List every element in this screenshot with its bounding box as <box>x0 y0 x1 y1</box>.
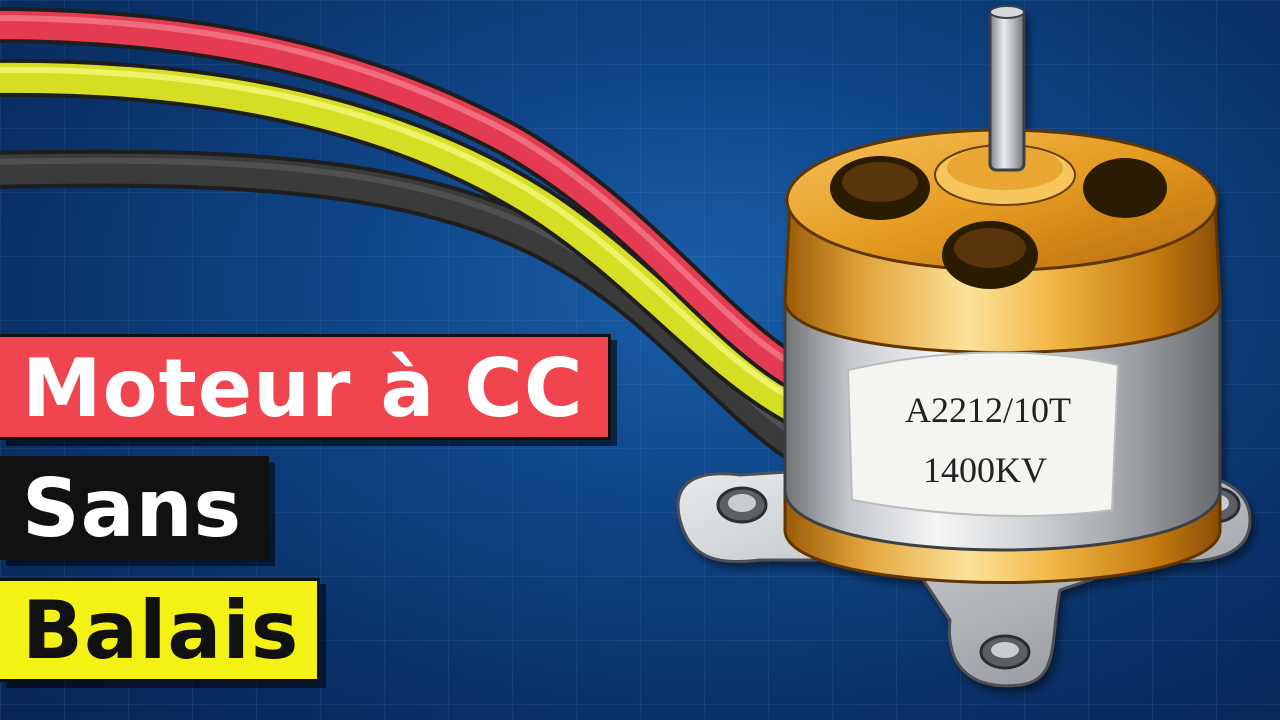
motor-kv-label: 1400KV <box>923 450 1047 490</box>
motor-model-label: A2212/10T <box>905 390 1071 430</box>
motor-label: A2212/10T 1400KV <box>846 351 1120 517</box>
shaft <box>988 8 1026 172</box>
title-line-1-text: Moteur à CC <box>22 342 584 435</box>
title-line-3-text: Balais <box>22 584 300 677</box>
title-line-2: Sans <box>0 456 270 560</box>
title-line-3: Balais <box>0 578 321 682</box>
title-line-2-text: Sans <box>22 462 243 555</box>
title-line-1: Moteur à CC <box>0 334 611 440</box>
thumbnail: A2212/10T 1400KV Moteur à CC Sans Balais <box>0 0 1280 720</box>
